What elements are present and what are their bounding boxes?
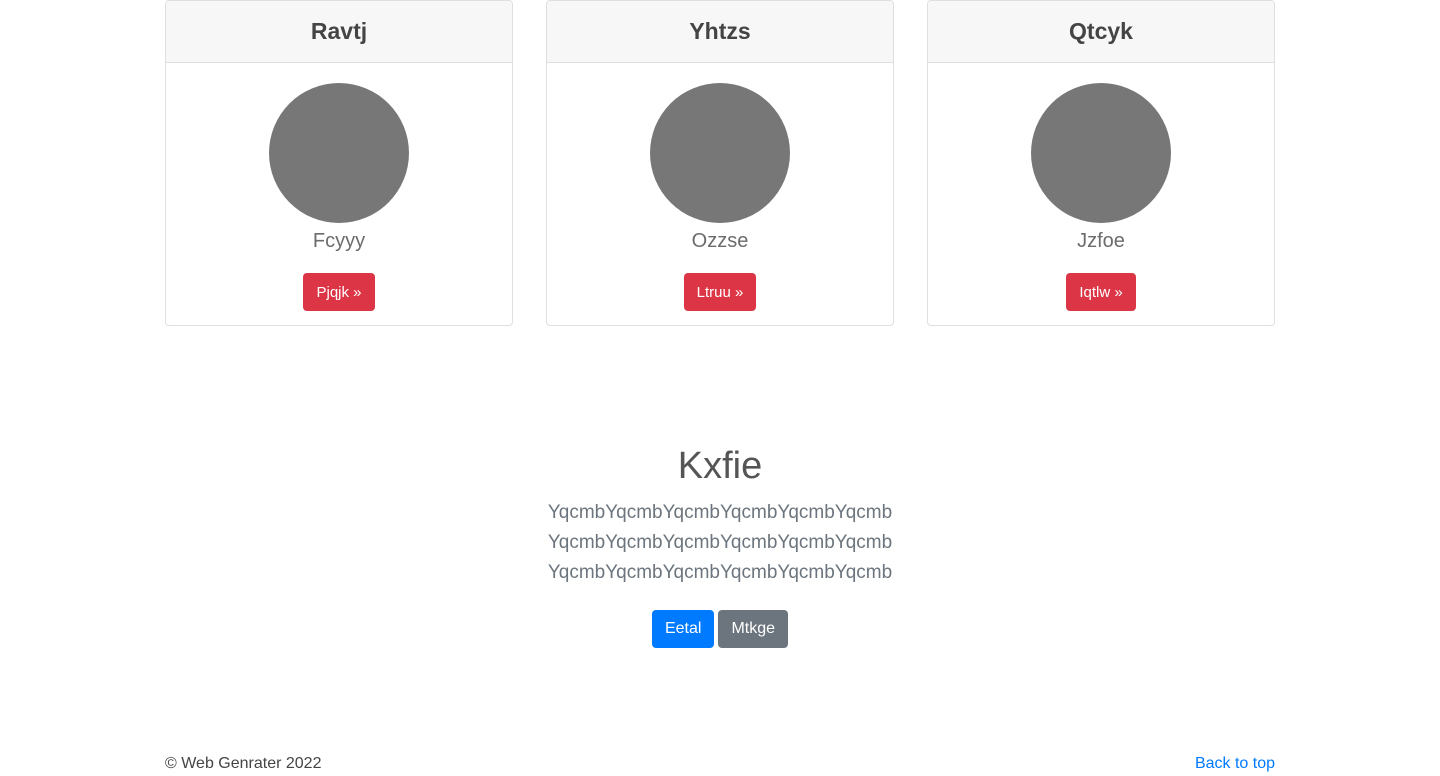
hero-text-line: YqcmbYqcmbYqcmbYqcmbYqcmbYqcmb [547,502,893,523]
hero-text-line: YqcmbYqcmbYqcmbYqcmbYqcmbYqcmb [547,562,893,583]
primary-button[interactable]: Eetal [651,610,715,648]
card-subtitle: Fcyyy [312,230,366,252]
secondary-button[interactable]: Mtkge [718,610,789,648]
hero-text-line: YqcmbYqcmbYqcmbYqcmbYqcmbYqcmb [547,532,893,553]
card-body: Fcyyy Pjqjk » [166,63,512,325]
card-action-button[interactable]: Iqtlw » [1066,273,1136,311]
card-ravtj: Ravtj Fcyyy Pjqjk » [165,0,513,326]
card-action-button[interactable]: Ltruu » [683,273,757,311]
avatar-placeholder [650,83,790,223]
card-title: Yhtzs [547,1,893,63]
card-title: Qtcyk [928,1,1274,63]
card-subtitle: Jzfoe [1077,230,1125,252]
card-body: Ozzse Ltruu » [547,63,893,325]
card-action-button[interactable]: Pjqjk » [303,273,375,311]
page: Ravtj Fcyyy Pjqjk » Yhtzs Ozzse Ltruu » … [0,0,1440,776]
card-subtitle: Ozzse [691,230,749,252]
card-qtcyk: Qtcyk Jzfoe Iqtlw » [927,0,1275,326]
card-body: Jzfoe Iqtlw » [928,63,1274,325]
copyright-text: © Web Genrater 2022 [165,755,322,772]
hero-title: Kxfie [677,445,763,487]
footer: © Web Genrater 2022 Back to top [165,752,1275,776]
card-row: Ravtj Fcyyy Pjqjk » Yhtzs Ozzse Ltruu » … [165,0,1275,326]
back-to-top-link[interactable]: Back to top [1195,752,1275,776]
hero-text: YqcmbYqcmbYqcmbYqcmbYqcmbYqcmb YqcmbYqcm… [0,498,1440,588]
hero-section: Kxfie YqcmbYqcmbYqcmbYqcmbYqcmbYqcmb Yqc… [0,440,1440,648]
avatar-placeholder [1031,83,1171,223]
avatar-placeholder [269,83,409,223]
card-yhtzs: Yhtzs Ozzse Ltruu » [546,0,894,326]
hero-buttons: Eetal Mtkge [0,610,1440,648]
card-title: Ravtj [166,1,512,63]
